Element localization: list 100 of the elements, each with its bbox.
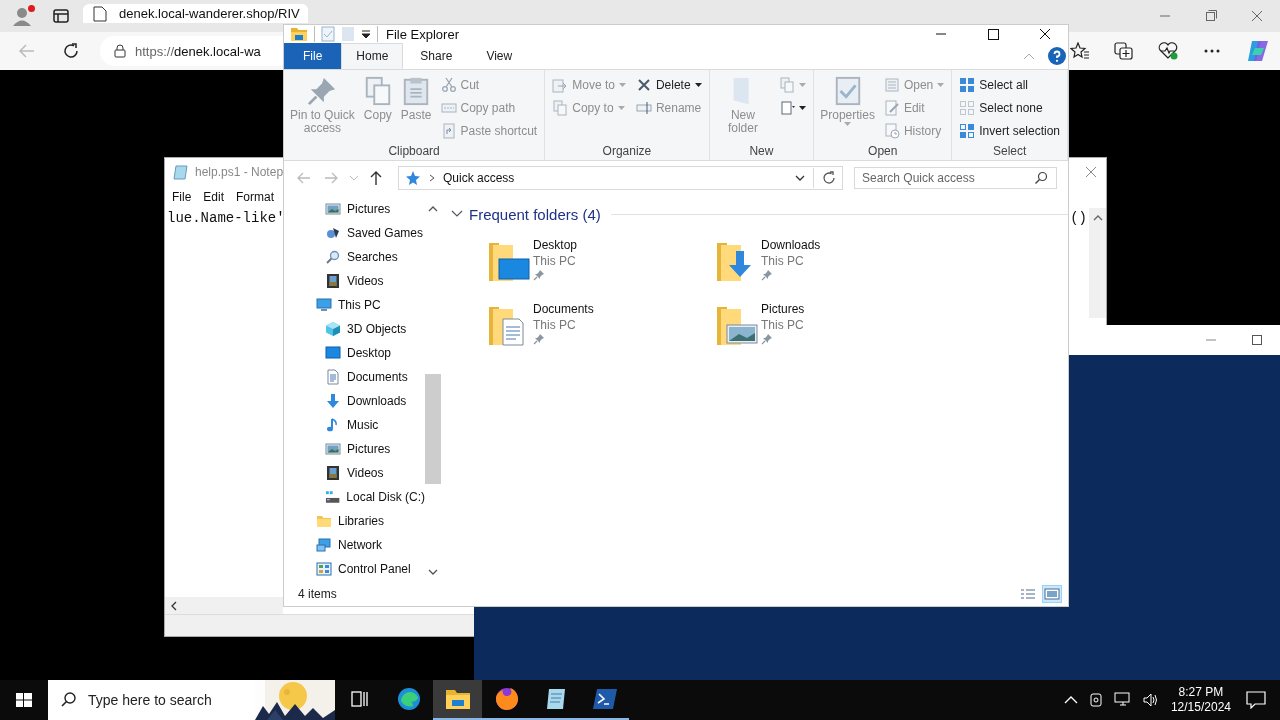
- window-title: help.ps1 - Notep: [195, 165, 284, 179]
- window-title: File Explorer: [386, 26, 459, 42]
- scroll-left-icon[interactable]: [170, 600, 178, 611]
- refresh-icon[interactable]: [62, 42, 80, 60]
- dropdown-icon[interactable]: [361, 29, 371, 39]
- collections-icon[interactable]: [1114, 42, 1134, 60]
- group-label: New: [748, 144, 775, 160]
- menu-item[interactable]: Edit: [203, 190, 225, 204]
- fox-browser-icon: [493, 686, 520, 712]
- heart-pulse-icon[interactable]: [1158, 42, 1178, 60]
- folder-icon: [444, 688, 471, 710]
- code-line: lue.Name-like': [167, 210, 285, 226]
- tree-item[interactable]: Videos: [284, 269, 425, 293]
- browser-tab[interactable]: denek.local-wanderer.shop/RIV: [83, 4, 308, 23]
- network-icon[interactable]: [1113, 692, 1132, 708]
- chevron-up-icon[interactable]: [1063, 695, 1078, 705]
- group-label: Select: [991, 144, 1028, 160]
- folder-tile[interactable]: Downloads This PC: [713, 237, 941, 285]
- history-icon: [883, 123, 900, 139]
- code-line: (): [1070, 210, 1087, 226]
- clock[interactable]: 8:27 PM 12/15/2024: [1170, 685, 1231, 715]
- star-icon: [405, 170, 421, 186]
- scroll-up-icon[interactable]: [1092, 214, 1103, 222]
- copilot-icon[interactable]: [1246, 39, 1270, 63]
- scroll-thumb[interactable]: [425, 374, 441, 484]
- tree-item[interactable]: Documents: [284, 365, 425, 389]
- ribbon-tab[interactable]: Share: [403, 43, 470, 69]
- tree-item[interactable]: 3D Objects: [284, 317, 425, 341]
- folder-location: This PC: [533, 253, 577, 269]
- up-arrow-icon[interactable]: [369, 170, 383, 186]
- scroll-down-icon[interactable]: [428, 569, 438, 576]
- device-icon[interactable]: [1087, 692, 1104, 708]
- scrollbar[interactable]: [165, 597, 283, 614]
- ribbon-button[interactable]: Select none: [956, 97, 1063, 119]
- tree-item[interactable]: Network: [284, 533, 425, 557]
- address-bar[interactable]: Quick access: [398, 166, 843, 190]
- scroll-up-icon[interactable]: [428, 205, 438, 212]
- section-title[interactable]: Frequent folders (4): [469, 205, 601, 223]
- film-icon: [325, 465, 341, 481]
- select-none-icon: [959, 100, 976, 116]
- pin-icon: [307, 76, 338, 106]
- folder-name: Downloads: [761, 237, 821, 253]
- tree-item[interactable]: Local Disk (C:): [284, 485, 425, 509]
- folder-tile[interactable]: Pictures This PC: [713, 301, 941, 349]
- profile-avatar[interactable]: [11, 5, 33, 27]
- folder-name: Pictures: [761, 301, 805, 317]
- folder-name: Documents: [533, 301, 594, 317]
- drive-icon: [325, 489, 341, 505]
- menu-item[interactable]: Format: [236, 190, 275, 204]
- search-field[interactable]: Search Quick access: [854, 167, 1057, 189]
- folder-name: Desktop: [533, 237, 578, 253]
- folder-location: This PC: [761, 253, 805, 269]
- tab-actions-icon[interactable]: [53, 8, 69, 24]
- tree-item[interactable]: Control Panel: [284, 557, 425, 581]
- tree-item[interactable]: This PC: [284, 293, 425, 317]
- refresh-icon[interactable]: [822, 171, 836, 185]
- scrollbar[interactable]: [1089, 208, 1106, 318]
- tree-item[interactable]: Saved Games: [284, 221, 425, 245]
- edit-icon: [883, 100, 900, 116]
- folder-tile[interactable]: Desktop This PC: [485, 237, 713, 285]
- speaker-icon[interactable]: [1141, 692, 1160, 708]
- down-arrow-icon: [325, 393, 341, 409]
- search-bar[interactable]: Type here to search: [48, 680, 335, 720]
- tree-item[interactable]: Libraries: [284, 509, 425, 533]
- tree-item[interactable]: Searches: [284, 245, 425, 269]
- search-field[interactable]: Type here to search: [86, 691, 255, 709]
- help-icon[interactable]: [1048, 47, 1066, 65]
- image-icon: [325, 441, 341, 457]
- tree-item[interactable]: Pictures: [284, 197, 425, 221]
- address-bar[interactable]: https://denek.local-wa: [100, 36, 283, 66]
- taskbar-button[interactable]: [433, 680, 482, 720]
- view-button[interactable]: [1042, 585, 1062, 603]
- tree-item[interactable]: Pictures: [284, 437, 425, 461]
- ribbon-tab[interactable]: File: [284, 43, 342, 69]
- tree-item[interactable]: Desktop: [284, 341, 425, 365]
- ribbon-tab[interactable]: View: [469, 43, 530, 69]
- game-piece-icon: [325, 225, 341, 241]
- tree-item[interactable]: Downloads: [284, 389, 425, 413]
- folder-location: This PC: [533, 317, 577, 333]
- menu-item[interactable]: File: [172, 190, 192, 204]
- search-icon: [1034, 171, 1048, 185]
- notepad-icon: [173, 164, 189, 180]
- chevron-icon[interactable]: [451, 210, 463, 218]
- move-icon: [552, 77, 569, 93]
- tree-item[interactable]: Music: [284, 413, 425, 437]
- copy-path-icon: [440, 100, 457, 116]
- notification-icon[interactable]: [1246, 691, 1266, 709]
- dropdown-icon[interactable]: [795, 175, 805, 181]
- ribbon-button[interactable]: Invert selection: [956, 120, 1063, 142]
- terminal-icon: [591, 688, 618, 710]
- folder-tile[interactable]: Documents This PC: [485, 301, 713, 349]
- screen-icon: [325, 345, 341, 361]
- tree-item[interactable]: Videos: [284, 461, 425, 485]
- page-icon: [93, 5, 107, 22]
- ribbon-button[interactable]: Delete: [632, 74, 705, 96]
- invert-selection-icon: [959, 123, 976, 139]
- favorites-icon[interactable]: [1070, 42, 1090, 60]
- ribbon-tab[interactable]: Home: [341, 43, 404, 69]
- ribbon-button[interactable]: Select all: [956, 74, 1063, 96]
- network-icon: [316, 537, 332, 553]
